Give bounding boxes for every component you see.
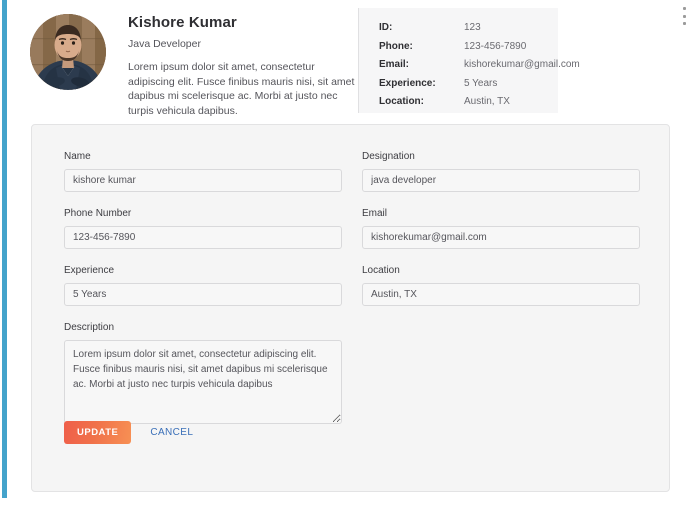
profile-text-block: Kishore Kumar Java Developer Lorem ipsum… [128, 10, 356, 118]
phone-label: Phone Number [64, 208, 132, 219]
update-button[interactable]: UPDATE [64, 421, 132, 444]
info-row-phone: Phone: 123-456-7890 [379, 41, 558, 53]
avatar-photo-icon [30, 14, 106, 90]
profile-edit-page: Kishore Kumar Java Developer Lorem ipsum… [0, 0, 700, 514]
phone-input[interactable] [64, 226, 342, 249]
email-label: Email [362, 208, 388, 219]
profile-edit-form: Name Designation Phone Number Email [31, 124, 670, 492]
experience-label: Experience [64, 265, 115, 276]
left-accent-rail [2, 0, 7, 498]
name-input[interactable] [64, 169, 342, 192]
profile-info-panel: ID: 123 Phone: 123-456-7890 Email: kisho… [358, 8, 580, 113]
location-label: Location [362, 265, 400, 276]
field-location: Location [362, 264, 640, 306]
description-label: Description [64, 322, 115, 333]
location-input[interactable] [362, 283, 640, 306]
info-row-location: Location: Austin, TX [379, 96, 558, 108]
info-value: Austin, TX [464, 96, 510, 107]
form-row-4: Description [64, 321, 640, 424]
designation-label: Designation [362, 151, 415, 162]
kebab-dot [683, 22, 686, 25]
field-experience: Experience [64, 264, 342, 306]
info-value: 5 Years [464, 77, 498, 89]
form-row-2: Phone Number Email [64, 207, 640, 249]
info-row-id: ID: 123 [379, 22, 558, 34]
email-input[interactable] [362, 226, 640, 249]
kebab-dot [683, 7, 686, 10]
field-name: Name [64, 150, 342, 192]
info-row-email: Email: kishorekumar@gmail.com [379, 59, 580, 71]
profile-bio: Lorem ipsum dolor sit amet, consectetur … [128, 61, 355, 117]
experience-input[interactable] [64, 283, 342, 306]
info-label: Experience: [379, 77, 436, 89]
info-label: Location: [379, 96, 424, 107]
kebab-menu-icon[interactable] [680, 7, 689, 25]
designation-input[interactable] [362, 169, 640, 192]
info-value: kishorekumar@gmail.com [464, 59, 580, 70]
field-description: Description [64, 321, 342, 424]
info-value: 123-456-7890 [464, 40, 527, 52]
kebab-dot [683, 14, 686, 18]
info-label: Phone: [379, 40, 413, 52]
name-label: Name [64, 151, 91, 162]
avatar [30, 14, 106, 90]
profile-role: Java Developer [128, 38, 201, 50]
profile-name: Kishore Kumar [128, 14, 237, 31]
form-grid: Name Designation Phone Number Email [64, 150, 640, 439]
field-designation: Designation [362, 150, 640, 192]
info-row-experience: Experience: 5 Years [379, 78, 558, 90]
form-row-1: Name Designation [64, 150, 640, 192]
info-label: ID: [379, 22, 393, 33]
info-value: 123 [464, 22, 481, 33]
info-label: Email: [379, 59, 410, 70]
description-textarea[interactable] [64, 340, 342, 424]
form-row-3: Experience Location [64, 264, 640, 306]
field-phone: Phone Number [64, 207, 342, 249]
form-actions: UPDATE CANCEL [64, 421, 193, 444]
cancel-button[interactable]: CANCEL [150, 427, 193, 438]
field-email: Email [362, 207, 640, 249]
